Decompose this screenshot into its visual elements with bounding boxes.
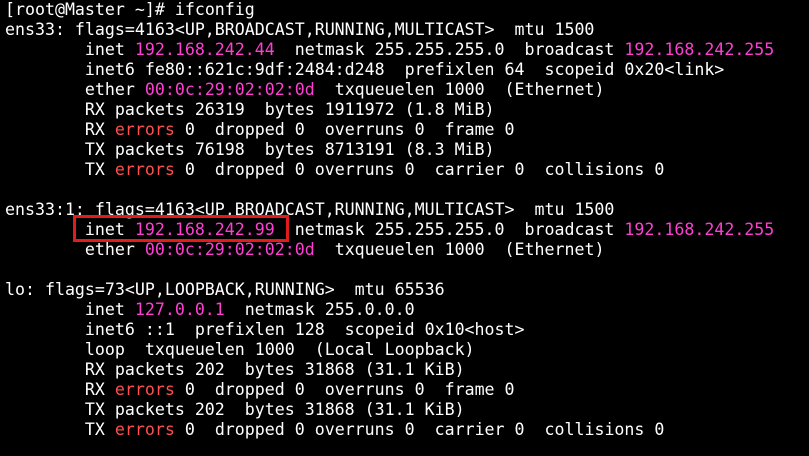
output-text: inet xyxy=(5,40,135,59)
output-text: inet6 ::1 prefixlen 128 scopeid 0x10<hos… xyxy=(5,320,525,339)
output-text: ens33: flags=4163<UP,BROADCAST,RUNNING,M… xyxy=(5,20,595,39)
output-line: inet 192.168.242.44 netmask 255.255.255.… xyxy=(5,40,774,60)
output-text: TX xyxy=(5,160,115,179)
output-text: inet6 fe80::621c:9df:2484:d248 prefixlen… xyxy=(5,60,725,79)
output-line: inet 127.0.0.1 netmask 255.0.0.0 xyxy=(5,300,415,320)
error-label: errors xyxy=(114,380,175,399)
output-line: ether 00:0c:29:02:02:0d txqueuelen 1000 … xyxy=(5,240,605,260)
output-line: ether 00:0c:29:02:02:0d txqueuelen 1000 … xyxy=(5,80,605,100)
interface-header-line: ens33: flags=4163<UP,BROADCAST,RUNNING,M… xyxy=(5,20,594,40)
output-line: TX errors 0 dropped 0 overruns 0 carrier… xyxy=(5,420,664,440)
command-text: ifconfig xyxy=(174,0,255,19)
error-label: errors xyxy=(114,420,175,439)
output-text: netmask 255.255.255.0 broadcast xyxy=(274,220,625,239)
output-line: inet 192.168.242.99 netmask 255.255.255.… xyxy=(5,220,774,240)
output-text: 0 dropped 0 overruns 0 carrier 0 collisi… xyxy=(174,160,665,179)
output-line: RX errors 0 dropped 0 overruns 0 frame 0 xyxy=(5,120,515,140)
output-line: inet6 fe80::621c:9df:2484:d248 prefixlen… xyxy=(5,60,724,80)
output-text: netmask 255.0.0.0 xyxy=(224,300,415,319)
output-text: 0 dropped 0 overruns 0 frame 0 xyxy=(174,380,515,399)
interface-header-line: lo: flags=73<UP,LOOPBACK,RUNNING> mtu 65… xyxy=(5,280,445,300)
terminal-window[interactable]: [root@Master ~]# ifconfig ens33: flags=4… xyxy=(0,0,809,456)
output-line: RX errors 0 dropped 0 overruns 0 frame 0 xyxy=(5,380,515,400)
output-text: txqueuelen 1000 (Ethernet) xyxy=(314,80,605,99)
output-text: RX packets 202 bytes 31868 (31.1 KiB) xyxy=(5,360,465,379)
output-text: loop txqueuelen 1000 (Local Loopback) xyxy=(5,340,475,359)
output-line: inet6 ::1 prefixlen 128 scopeid 0x10<hos… xyxy=(5,320,525,340)
output-text: TX packets 76198 bytes 8713191 (8.3 MiB) xyxy=(5,140,495,159)
output-text: RX xyxy=(5,380,115,399)
output-line: TX packets 202 bytes 31868 (31.1 KiB) xyxy=(5,400,465,420)
address-value: 00:0c:29:02:02:0d xyxy=(144,240,315,259)
output-line: TX packets 76198 bytes 8713191 (8.3 MiB) xyxy=(5,140,495,160)
shell-prompt: [root@Master ~]# xyxy=(5,0,175,19)
output-text: TX packets 202 bytes 31868 (31.1 KiB) xyxy=(5,400,465,419)
output-text: lo: flags=73<UP,LOOPBACK,RUNNING> mtu 65… xyxy=(5,280,445,299)
error-label: errors xyxy=(114,160,175,179)
output-text: inet xyxy=(5,300,135,319)
output-line: TX errors 0 dropped 0 overruns 0 carrier… xyxy=(5,160,664,180)
prompt-line: [root@Master ~]# ifconfig xyxy=(5,0,255,20)
output-text: txqueuelen 1000 (Ethernet) xyxy=(314,240,605,259)
output-text: RX xyxy=(5,120,115,139)
output-text: 0 dropped 0 overruns 0 frame 0 xyxy=(174,120,515,139)
address-value: 127.0.0.1 xyxy=(134,300,225,319)
output-text: ether xyxy=(5,240,145,259)
address-value: 192.168.242.255 xyxy=(624,220,775,239)
output-line: RX packets 202 bytes 31868 (31.1 KiB) xyxy=(5,360,465,380)
output-text: ether xyxy=(5,80,145,99)
output-line: loop txqueuelen 1000 (Local Loopback) xyxy=(5,340,475,360)
address-value: 00:0c:29:02:02:0d xyxy=(144,80,315,99)
output-text: TX xyxy=(5,420,115,439)
address-value: 192.168.242.255 xyxy=(624,40,775,59)
output-line: RX packets 26319 bytes 1911972 (1.8 MiB) xyxy=(5,100,495,120)
error-label: errors xyxy=(114,120,175,139)
output-text: RX packets 26319 bytes 1911972 (1.8 MiB) xyxy=(5,100,495,119)
interface-header-line: ens33:1: flags=4163<UP,BROADCAST,RUNNING… xyxy=(5,200,614,220)
output-text: inet xyxy=(5,220,135,239)
output-text: netmask 255.255.255.0 broadcast xyxy=(274,40,625,59)
address-value: 192.168.242.44 xyxy=(134,40,275,59)
output-text: ens33:1: flags=4163<UP,BROADCAST,RUNNING… xyxy=(5,200,615,219)
output-text: 0 dropped 0 overruns 0 carrier 0 collisi… xyxy=(174,420,665,439)
address-value: 192.168.242.99 xyxy=(134,220,275,239)
